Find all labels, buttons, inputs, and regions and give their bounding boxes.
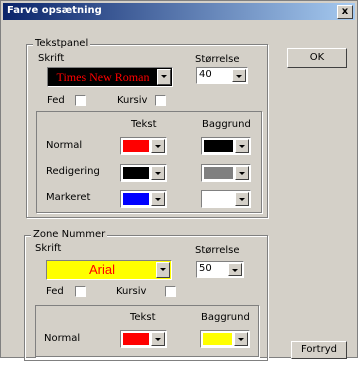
row-label-normal: Normal	[44, 333, 81, 344]
text-panel-font-label: Skrift	[38, 53, 65, 64]
text-panel-group: Tekstpanel Skrift Times New Roman Større…	[26, 38, 268, 218]
zone-number-italic-label: Kursiv	[116, 286, 147, 297]
text-panel-col-background: Baggrund	[202, 119, 251, 130]
zone-number-group-label: Zone Nummer	[31, 229, 108, 240]
zone-normal-bg-color-select[interactable]	[200, 330, 250, 348]
chevron-down-icon[interactable]	[151, 192, 165, 206]
chevron-down-icon[interactable]	[228, 263, 242, 276]
zone-number-bold-label: Fed	[46, 286, 64, 297]
text-panel-bold-checkbox[interactable]	[75, 95, 86, 106]
zone-number-col-text: Tekst	[130, 312, 156, 323]
zone-number-colors-box: Tekst Baggrund Normal	[35, 305, 259, 357]
color-settings-dialog: Farve opsætning x OK Fortryd Tekstpanel …	[0, 0, 358, 361]
close-button[interactable]: x	[337, 5, 353, 19]
text-panel-font-select[interactable]: Times New Roman	[47, 67, 173, 87]
text-panel-colors-box: Tekst Baggrund Normal Redigering Markere…	[36, 111, 262, 213]
editing-bg-color-select[interactable]	[201, 164, 251, 182]
chevron-down-icon[interactable]	[234, 332, 248, 346]
title-bar: Farve opsætning x	[3, 3, 355, 20]
editing-text-color-select[interactable]	[120, 164, 167, 182]
text-panel-size-select[interactable]: 40	[196, 67, 248, 84]
chevron-down-icon[interactable]	[235, 166, 249, 180]
zone-normal-text-color-select[interactable]	[120, 330, 167, 348]
zone-number-size-value: 50	[199, 263, 212, 274]
chevron-down-icon[interactable]	[156, 262, 170, 278]
ok-button[interactable]: OK	[287, 48, 347, 68]
color-swatch	[123, 167, 149, 179]
zone-number-font-value: Arial	[88, 262, 115, 277]
text-panel-bold-label: Fed	[47, 95, 65, 106]
zone-number-font-select[interactable]: Arial	[46, 260, 172, 280]
chevron-down-icon[interactable]	[151, 139, 165, 153]
color-swatch	[123, 193, 149, 205]
zone-number-col-background: Baggrund	[201, 312, 250, 323]
normal-text-color-select[interactable]	[120, 137, 167, 155]
chevron-down-icon[interactable]	[151, 166, 165, 180]
row-label-selected: Markeret	[46, 192, 91, 203]
color-swatch	[123, 333, 149, 345]
zone-number-italic-checkbox[interactable]	[165, 286, 176, 297]
color-swatch	[204, 167, 233, 179]
cancel-button[interactable]: Fortryd	[291, 341, 347, 359]
color-swatch	[204, 140, 233, 152]
color-swatch	[123, 140, 149, 152]
chevron-down-icon[interactable]	[235, 139, 249, 153]
color-swatch	[204, 193, 233, 205]
dialog-title: Farve opsætning	[7, 5, 102, 16]
selected-text-color-select[interactable]	[120, 190, 167, 208]
zone-number-font-label: Skrift	[35, 243, 62, 254]
text-panel-size-label: Størrelse	[195, 54, 240, 65]
text-panel-size-value: 40	[199, 69, 212, 80]
normal-bg-color-select[interactable]	[201, 137, 251, 155]
zone-number-size-select[interactable]: 50	[196, 261, 244, 278]
text-panel-italic-checkbox[interactable]	[155, 95, 166, 106]
color-swatch	[203, 333, 232, 345]
row-label-editing: Redigering	[46, 166, 100, 177]
text-panel-col-text: Tekst	[131, 119, 157, 130]
zone-number-group: Zone Nummer Skrift Arial Størrelse 50 Fe…	[24, 229, 268, 361]
selected-bg-color-select[interactable]	[201, 190, 251, 208]
chevron-down-icon[interactable]	[235, 192, 249, 206]
chevron-down-icon[interactable]	[232, 69, 246, 82]
row-label-normal: Normal	[46, 140, 83, 151]
chevron-down-icon[interactable]	[151, 332, 165, 346]
text-panel-italic-label: Kursiv	[117, 95, 148, 106]
zone-number-bold-checkbox[interactable]	[75, 286, 86, 297]
text-panel-group-label: Tekstpanel	[33, 38, 91, 49]
text-panel-font-value: Times New Roman	[56, 70, 150, 84]
chevron-down-icon[interactable]	[157, 69, 171, 85]
zone-number-size-label: Størrelse	[195, 245, 240, 256]
